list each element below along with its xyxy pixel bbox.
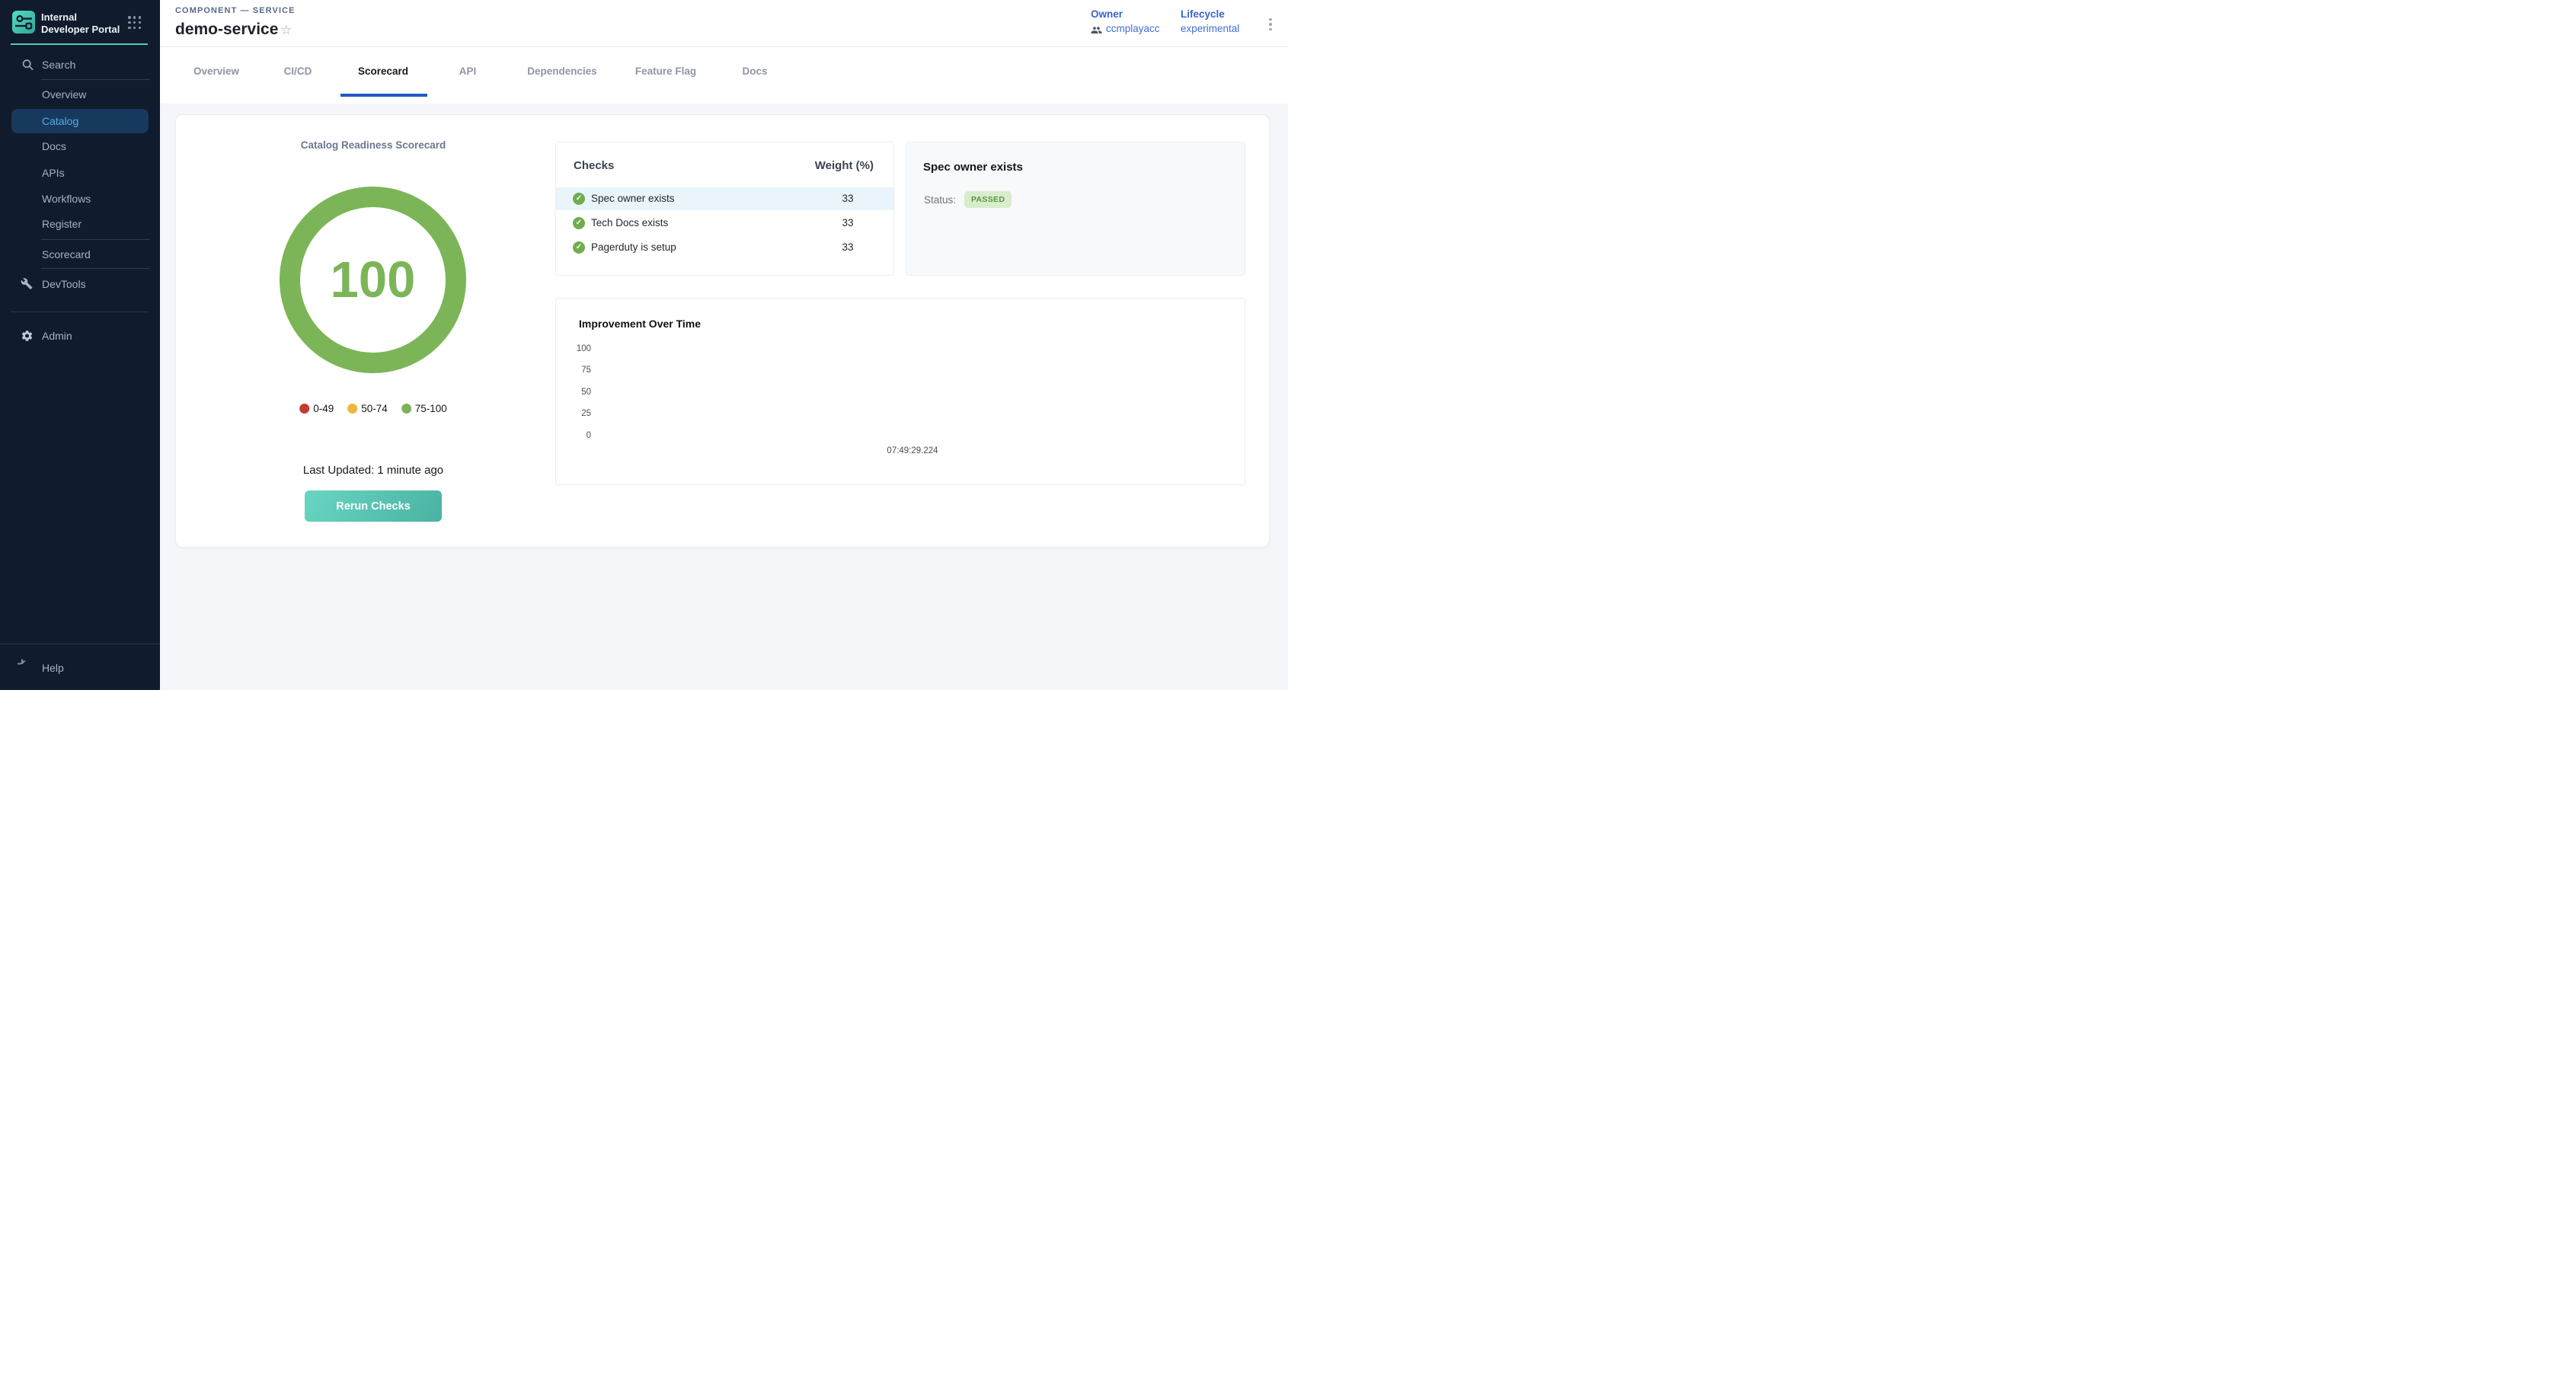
y-axis-tick: 50 <box>556 388 591 397</box>
legend-dot-red <box>299 404 309 414</box>
weight-column-header: Weight (%) <box>815 159 874 172</box>
sidebar-item-catalog[interactable]: Catalog <box>11 109 149 133</box>
lifecycle-block: Lifecycle experimental <box>1181 8 1239 34</box>
kebab-menu-icon[interactable] <box>1264 15 1277 34</box>
sidebar: Internal Developer Portal Search Overvie… <box>0 0 160 690</box>
rerun-checks-button[interactable]: Rerun Checks <box>305 490 442 522</box>
tab-scorecard[interactable]: Scorecard <box>358 65 408 77</box>
improvement-chart-card: Improvement Over Time 100 75 50 25 0 07:… <box>555 298 1245 485</box>
table-row-pagerduty[interactable]: ✓ Pagerduty is setup 33 <box>556 236 893 259</box>
score-ring: 100 <box>280 187 466 373</box>
portal-logo-icon <box>12 11 35 34</box>
sidebar-item-search[interactable]: Search <box>42 59 75 71</box>
table-row-spec-owner[interactable]: ✓ Spec owner exists 33 <box>556 187 893 210</box>
gear-icon <box>21 330 34 343</box>
search-icon <box>22 59 34 71</box>
y-axis-tick: 100 <box>556 344 591 353</box>
sidebar-divider <box>11 311 148 312</box>
scorecard-title: Catalog Readiness Scorecard <box>301 139 446 151</box>
sidebar-item-help[interactable]: Help <box>42 662 64 674</box>
wrench-icon <box>21 278 34 291</box>
y-axis-tick: 0 <box>556 431 591 440</box>
entity-header: COMPONENT — SERVICE demo-service ☆ Owner… <box>160 0 1288 47</box>
sidebar-item-docs[interactable]: Docs <box>42 140 66 152</box>
legend-dot-yellow <box>347 404 357 414</box>
tab-cicd[interactable]: CI/CD <box>284 65 312 77</box>
lifecycle-label: Lifecycle <box>1181 8 1239 20</box>
sidebar-divider <box>41 268 150 269</box>
app-root: Internal Developer Portal Search Overvie… <box>0 0 1288 690</box>
tab-feature-flag[interactable]: Feature Flag <box>635 65 696 77</box>
portal-title: Internal Developer Portal <box>41 11 126 37</box>
check-passed-icon: ✓ <box>573 193 585 205</box>
last-updated-text: Last Updated: 1 minute ago <box>303 464 443 477</box>
sidebar-item-workflows[interactable]: Workflows <box>42 193 91 205</box>
score-value: 100 <box>331 251 416 309</box>
tab-api[interactable]: API <box>459 65 477 77</box>
sidebar-item-scorecard[interactable]: Scorecard <box>42 248 91 260</box>
legend-item-mid: 50-74 <box>347 403 388 414</box>
breadcrumb: COMPONENT — SERVICE <box>175 6 296 15</box>
tab-overview[interactable]: Overview <box>193 65 239 77</box>
owner-block: Owner ccmplayacc <box>1091 8 1160 34</box>
legend-item-low: 0-49 <box>299 403 334 414</box>
apps-grid-icon[interactable] <box>128 16 142 30</box>
active-tab-underline <box>340 94 427 97</box>
status-label: Status: <box>924 194 956 206</box>
favorite-star-icon[interactable]: ☆ <box>280 23 292 38</box>
checks-column-header: Checks <box>574 159 614 172</box>
status-badge: PASSED <box>964 191 1012 208</box>
y-axis-tick: 25 <box>556 409 591 418</box>
sidebar-divider <box>41 239 150 240</box>
page-title: demo-service <box>175 21 278 39</box>
legend-item-high: 75-100 <box>401 403 447 414</box>
owner-value-row[interactable]: ccmplayacc <box>1091 23 1160 34</box>
sidebar-item-admin[interactable]: Admin <box>42 330 72 342</box>
chart-title: Improvement Over Time <box>579 318 701 330</box>
check-detail-title: Spec owner exists <box>923 161 1023 174</box>
lifecycle-value: experimental <box>1181 23 1239 34</box>
tab-docs[interactable]: Docs <box>742 65 767 77</box>
table-row-tech-docs[interactable]: ✓ Tech Docs exists 33 <box>556 212 893 235</box>
legend-dot-green <box>401 404 411 414</box>
tab-bar: Overview CI/CD Scorecard API Dependencie… <box>160 47 1288 104</box>
checks-card: Checks Weight (%) ✓ Spec owner exists 33… <box>555 142 894 276</box>
content-area: Catalog Readiness Scorecard 100 0-49 50-… <box>160 104 1288 690</box>
check-detail-panel: Spec owner exists Status: PASSED <box>906 142 1245 276</box>
owner-value[interactable]: ccmplayacc <box>1106 23 1160 34</box>
tab-dependencies[interactable]: Dependencies <box>527 65 597 77</box>
people-icon <box>1091 24 1102 34</box>
sidebar-item-devtools[interactable]: DevTools <box>42 278 86 290</box>
score-legend: 0-49 50-74 75-100 <box>299 403 447 414</box>
check-passed-icon: ✓ <box>573 217 585 229</box>
sidebar-accent-divider <box>11 43 148 45</box>
sidebar-item-overview[interactable]: Overview <box>42 88 86 101</box>
x-axis-tick: 07:49:29.224 <box>887 446 938 455</box>
sidebar-item-apis[interactable]: APIs <box>42 167 65 179</box>
help-icon: ? <box>20 662 33 675</box>
scorecard-panel: Catalog Readiness Scorecard 100 0-49 50-… <box>175 114 1270 548</box>
check-passed-icon: ✓ <box>573 241 585 254</box>
logo-row: Internal Developer Portal <box>12 11 148 37</box>
y-axis-tick: 75 <box>556 366 591 375</box>
sidebar-item-register[interactable]: Register <box>42 218 81 230</box>
sidebar-divider <box>41 79 150 80</box>
owner-label: Owner <box>1091 8 1160 20</box>
